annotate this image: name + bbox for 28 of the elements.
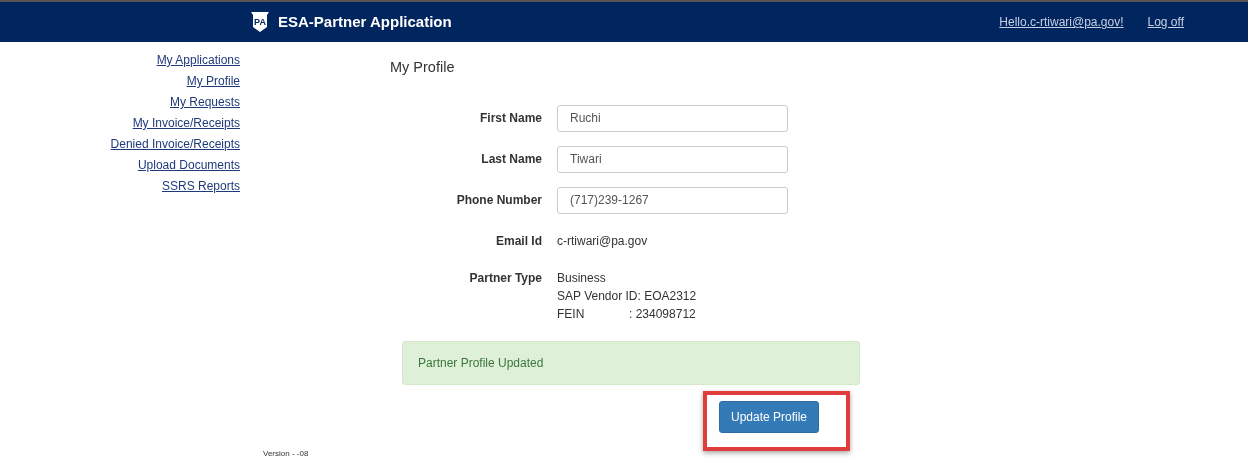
sidebar-link[interactable]: SSRS Reports <box>0 176 240 197</box>
field-label: Partner Type <box>468 269 543 287</box>
field-label: Email Id <box>495 233 543 251</box>
vendor-id-text: SAP Vendor ID: EOA2312 <box>557 287 697 305</box>
field-label: Last Name <box>480 151 543 169</box>
greeting-link[interactable]: Hello.c-rtiwari@pa.gov! <box>999 13 1124 31</box>
partner-type-value: Business <box>557 269 607 287</box>
sidebar-link[interactable]: Denied Invoice/Receipts <box>0 134 240 155</box>
sidebar-link[interactable]: Upload Documents <box>0 155 240 176</box>
input-field[interactable]: (717)239-1267 <box>557 186 788 214</box>
input-field[interactable]: Tiwari <box>557 145 788 173</box>
success-alert: Partner Profile Updated <box>402 340 860 385</box>
field-value: c-rtiwari@pa.gov <box>557 233 648 251</box>
fein-value: : 234098712 <box>629 306 696 321</box>
sidebar-link[interactable]: My Applications <box>0 50 240 71</box>
keystone-logo: PA <box>250 11 270 33</box>
fein-label: FEIN <box>557 305 586 323</box>
version-text: Version - -08 <box>263 448 309 460</box>
input-field[interactable]: Ruchi <box>557 104 788 132</box>
logoff-link[interactable]: Log off <box>1147 13 1184 31</box>
update-profile-button[interactable]: Update Profile <box>719 400 820 433</box>
sidebar-link[interactable]: My Invoice/Receipts <box>0 113 240 134</box>
field-label: Phone Number <box>455 192 543 210</box>
field-label: First Name <box>478 110 543 128</box>
sidebar-link[interactable]: My Profile <box>0 71 240 92</box>
app-title: ESA-Partner Application <box>278 11 452 32</box>
page-title: My Profile <box>390 58 456 77</box>
sidebar-link[interactable]: My Requests <box>0 92 240 113</box>
